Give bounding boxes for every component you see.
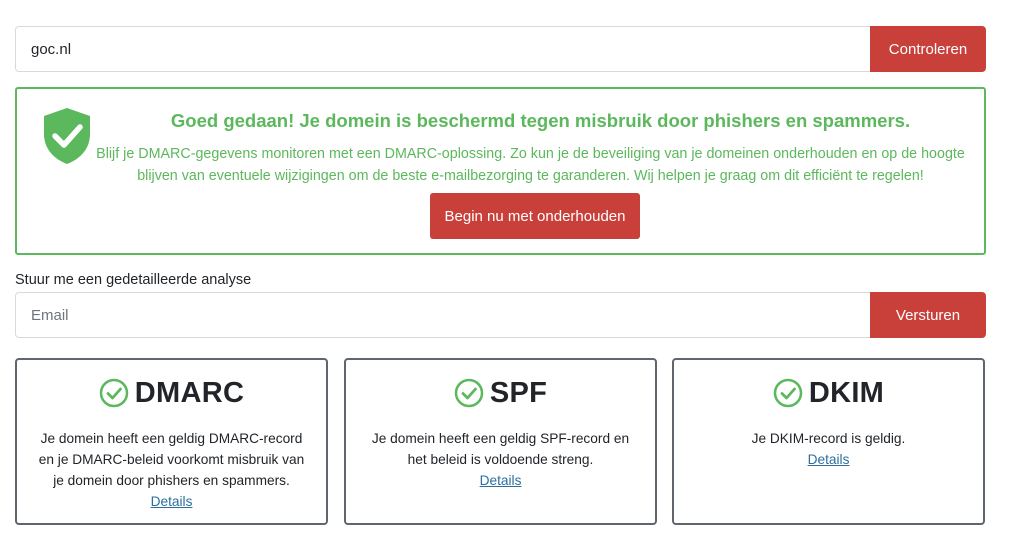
spf-card: SPF Je domein heeft een geldig SPF-recor…	[344, 358, 657, 525]
spf-title: SPF	[489, 376, 548, 409]
spf-description: Je domein heeft een geldig SPF-record en…	[371, 431, 630, 467]
check-button[interactable]: Controleren	[870, 26, 986, 72]
analysis-form: Versturen	[15, 292, 986, 338]
check-circle-icon	[99, 378, 129, 408]
dmarc-details-link[interactable]: Details	[151, 491, 193, 512]
dmarc-card: DMARC Je domein heeft een geldig DMARC-r…	[15, 358, 328, 525]
dkim-details-link[interactable]: Details	[808, 449, 850, 470]
domain-check-form: Controleren	[15, 26, 986, 72]
check-circle-icon	[773, 378, 803, 408]
analysis-label: Stuur me een gedetailleerde analyse	[15, 272, 252, 288]
email-input[interactable]	[15, 292, 870, 338]
dkim-description: Je DKIM-record is geldig.	[751, 431, 906, 446]
domain-input[interactable]	[15, 26, 870, 72]
dkim-card: DKIM Je DKIM-record is geldig. Details	[672, 358, 985, 525]
send-button[interactable]: Versturen	[870, 292, 986, 338]
start-maintenance-button[interactable]: Begin nu met onderhouden	[430, 193, 640, 239]
spf-details-link[interactable]: Details	[480, 470, 522, 491]
check-circle-icon	[454, 378, 484, 408]
dmarc-description: Je domein heeft een geldig DMARC-record …	[38, 431, 305, 488]
dkim-title: DKIM	[808, 376, 885, 409]
success-alert: Goed gedaan! Je domein is beschermd tege…	[15, 87, 986, 255]
success-title: Goed gedaan! Je domein is beschermd tege…	[170, 110, 911, 131]
dmarc-title: DMARC	[134, 376, 245, 409]
success-message: Blijf je DMARC-gegevens monitoren met ee…	[96, 146, 965, 184]
